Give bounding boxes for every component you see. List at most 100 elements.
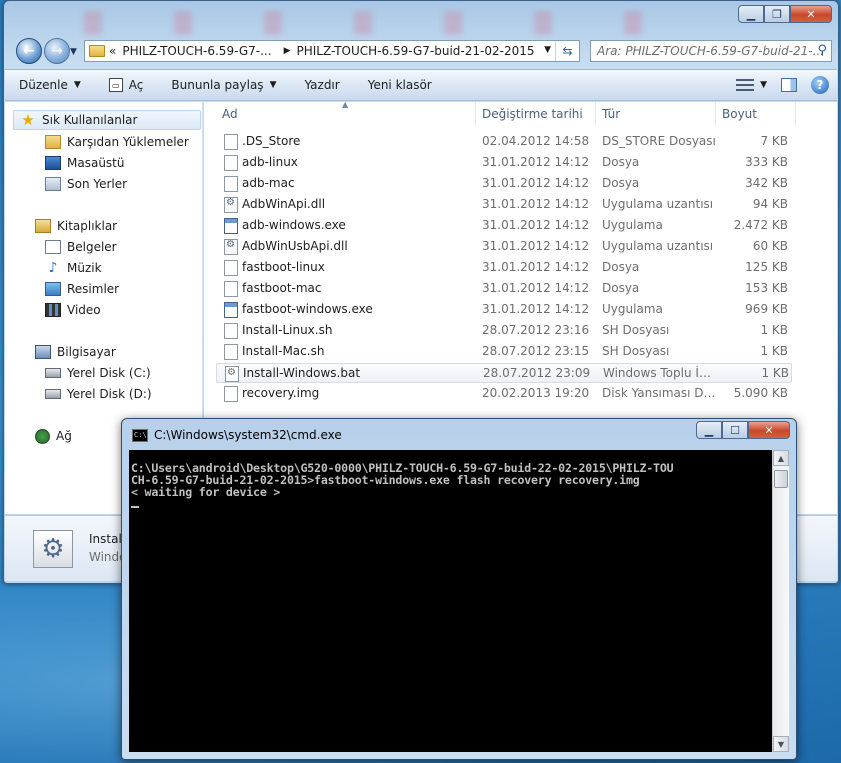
print-label: Yazdır — [304, 78, 340, 92]
close-button[interactable]: ✕ — [748, 421, 790, 439]
breadcrumb-current[interactable]: PHILZ-TOUCH-6.59-G7-buid-21-02-2015 — [296, 44, 534, 58]
file-date: 31.01.2012 14:12 — [482, 239, 590, 253]
nav-disk-c[interactable]: Yerel Disk (C:) — [45, 363, 151, 383]
cmd-title: C:\Windows\system32\cmd.exe — [154, 428, 342, 442]
file-size: 1 KB — [761, 366, 789, 380]
recent-pages-dropdown[interactable]: ▼ — [70, 47, 77, 57]
address-bar[interactable]: « PHILZ-TOUCH-6.59-G7-... ▶ PHILZ-TOUCH-… — [84, 40, 580, 62]
chevron-down-icon: ▼ — [269, 80, 277, 90]
column-header-name[interactable]: Ad — [204, 102, 476, 126]
nav-downloads[interactable]: Karşıdan Yüklemeler — [45, 132, 189, 152]
computer-icon — [35, 345, 51, 359]
minimize-button[interactable]: ▁ — [738, 5, 764, 23]
nav-label: Müzik — [67, 261, 102, 275]
file-size: 2.472 KB — [733, 218, 788, 232]
text-cursor — [131, 506, 139, 508]
nav-label: Belgeler — [67, 240, 117, 254]
file-name: adb-mac — [242, 176, 295, 190]
file-row[interactable]: Install-Mac.sh 28.07.2012 23:15 SH Dosya… — [216, 342, 792, 362]
file-row[interactable]: fastboot-linux 31.01.2012 14:12 Dosya 12… — [216, 258, 792, 278]
cmd-titlebar[interactable]: C:\ C:\Windows\system32\cmd.exe — [132, 428, 342, 442]
file-size: 333 KB — [745, 155, 788, 169]
help-icon[interactable]: ? — [811, 76, 829, 94]
file-date: 31.01.2012 14:12 — [482, 197, 590, 211]
search-icon[interactable]: ⚲ — [817, 43, 827, 58]
column-label: Değiştirme tarihi — [482, 107, 583, 121]
nav-desktop[interactable]: Masaüstü — [45, 153, 124, 173]
new-folder-button[interactable]: Yeni klasör — [354, 78, 446, 92]
file-type: Dosya — [602, 155, 640, 169]
file-row[interactable]: Install-Linux.sh 28.07.2012 23:16 SH Dos… — [216, 321, 792, 341]
nav-documents[interactable]: Belgeler — [45, 237, 117, 257]
file-row[interactable]: adb-linux 31.01.2012 14:12 Dosya 333 KB — [216, 153, 792, 173]
details-file-name: Install — [89, 532, 126, 546]
file-type: Uygulama — [602, 302, 663, 316]
file-icon — [224, 134, 238, 150]
file-size: 342 KB — [745, 176, 788, 190]
file-row[interactable]: fastboot-windows.exe 31.01.2012 14:12 Uy… — [216, 300, 792, 320]
nav-music[interactable]: ♪ Müzik — [45, 258, 102, 278]
nav-pictures[interactable]: Resimler — [45, 279, 119, 299]
nav-label: Kitaplıklar — [57, 219, 118, 233]
video-icon — [45, 303, 61, 317]
nav-network[interactable]: Ağ — [35, 426, 72, 446]
console-output[interactable]: C:\Users\android\Desktop\G520-0000\PHILZ… — [129, 450, 772, 752]
file-row[interactable]: fastboot-mac 31.01.2012 14:12 Dosya 153 … — [216, 279, 792, 299]
maximize-button[interactable]: ☐ — [722, 421, 748, 439]
open-button[interactable]: ▭ Aç — [95, 78, 158, 92]
column-header-date[interactable]: Değiştirme tarihi — [476, 102, 596, 126]
search-input[interactable]: Ara: PHILZ-TOUCH-6.59-G7-buid-21-... ⚲ — [590, 40, 832, 62]
file-type: Windows Toplu İş ... — [603, 366, 717, 380]
close-button[interactable]: ✕ — [790, 5, 832, 23]
nav-libraries[interactable]: Kitaplıklar — [35, 216, 117, 236]
minimize-icon: ▁ — [704, 423, 714, 437]
share-button[interactable]: Bununla paylaş ▼ — [157, 78, 290, 92]
file-size: 1 KB — [760, 344, 788, 358]
file-row[interactable]: AdbWinUsbApi.dll 31.01.2012 14:12 Uygula… — [216, 237, 792, 257]
file-type: Dosya — [602, 176, 640, 190]
scroll-up-button[interactable]: ▲ — [773, 450, 789, 466]
file-row[interactable]: adb-windows.exe 31.01.2012 14:12 Uygulam… — [216, 216, 792, 236]
file-icon — [224, 281, 238, 297]
file-row[interactable]: adb-mac 31.01.2012 14:12 Dosya 342 KB — [216, 174, 792, 194]
organize-button[interactable]: Düzenle ▼ — [5, 78, 95, 92]
file-row-selected[interactable]: Install-Windows.bat 28.07.2012 23:09 Win… — [216, 363, 792, 383]
close-icon: ✕ — [764, 423, 774, 437]
chevron-up-icon: ▲ — [777, 453, 785, 463]
star-icon: ★ — [21, 111, 35, 129]
new-folder-label: Yeni klasör — [367, 78, 432, 92]
nav-disk-d[interactable]: Yerel Disk (D:) — [45, 384, 152, 404]
print-button[interactable]: Yazdır — [290, 78, 353, 92]
refresh-button[interactable]: ⇆ — [555, 41, 579, 61]
scroll-down-button[interactable]: ▼ — [773, 736, 789, 752]
view-options-icon[interactable] — [736, 77, 755, 93]
file-row[interactable]: AdbWinApi.dll 31.01.2012 14:12 Uygulama … — [216, 195, 792, 215]
address-overflow[interactable]: « — [109, 44, 116, 58]
breadcrumb-parent[interactable]: PHILZ-TOUCH-6.59-G7-... — [122, 44, 271, 58]
nav-computer[interactable]: Bilgisayar — [35, 342, 116, 362]
back-button[interactable]: ← — [16, 38, 42, 64]
chevron-right-icon[interactable]: ▶ — [284, 46, 291, 56]
nav-favorites[interactable]: ★ Sık Kullanılanlar — [13, 110, 201, 130]
scrollbar-thumb[interactable] — [774, 470, 788, 488]
nav-video[interactable]: Video — [45, 300, 101, 320]
maximize-button[interactable]: ❐ — [764, 5, 790, 23]
vertical-scrollbar[interactable]: ▲ ▼ — [772, 450, 789, 752]
column-header-type[interactable]: Tür — [596, 102, 716, 126]
file-row[interactable]: .DS_Store 02.04.2012 14:58 DS_STORE Dosy… — [216, 132, 792, 152]
nav-label: Video — [67, 303, 101, 317]
file-row[interactable]: recovery.img 20.02.2013 19:20 Disk Yansı… — [216, 384, 792, 404]
bat-icon — [225, 366, 239, 382]
forward-button[interactable]: → — [44, 38, 70, 64]
nav-label: Yerel Disk (C:) — [67, 366, 151, 380]
file-type: Dosya — [602, 260, 640, 274]
chevron-down-icon[interactable]: ▼ — [760, 80, 767, 90]
column-label: Ad — [222, 107, 238, 121]
minimize-button[interactable]: ▁ — [696, 421, 722, 439]
column-header-size[interactable]: Boyut — [716, 102, 796, 126]
preview-pane-icon[interactable] — [781, 78, 797, 92]
nav-recent[interactable]: Son Yerler — [45, 174, 127, 194]
file-type: DS_STORE Dosyası — [602, 134, 716, 148]
file-size: 1 KB — [760, 323, 788, 337]
chevron-down-icon[interactable]: ▼ — [544, 45, 551, 55]
